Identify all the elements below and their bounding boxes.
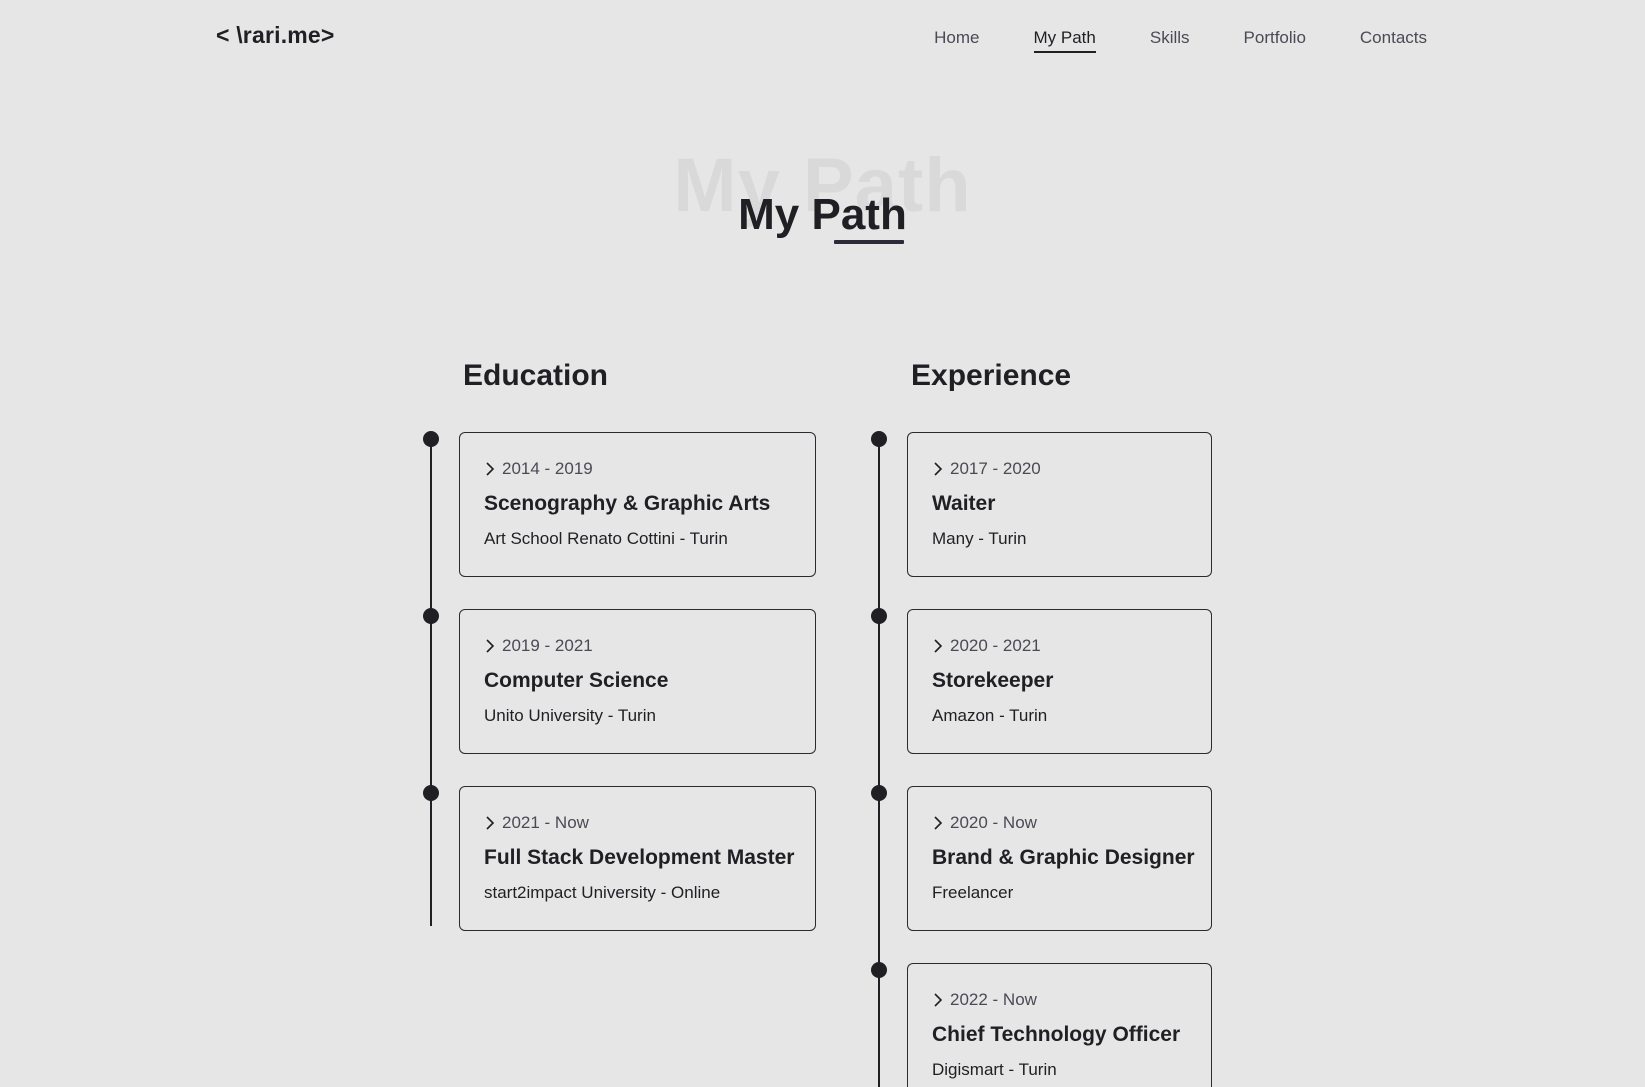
page: < \rari.me> Home My Path Skills Portfoli… (0, 0, 1645, 1087)
card-place: Freelancer (932, 883, 1014, 902)
main-nav: Home My Path Skills Portfolio Contacts (934, 28, 1427, 53)
page-title: My Path (738, 190, 907, 239)
card-title: Waiter (932, 492, 996, 515)
nav-contacts[interactable]: Contacts (1360, 28, 1427, 52)
nav-home[interactable]: Home (934, 28, 979, 52)
nav-portfolio[interactable]: Portfolio (1244, 28, 1306, 52)
timeline-dot (423, 431, 439, 447)
card-title: Full Stack Development Master (484, 846, 795, 869)
timeline-dot (871, 608, 887, 624)
card-period: 2017 - 2020 (932, 459, 1041, 479)
timeline-dot (871, 785, 887, 801)
title-underline (834, 240, 904, 244)
card-period-text: 2021 - Now (502, 813, 589, 832)
timeline-dot (871, 431, 887, 447)
timeline-dot (423, 785, 439, 801)
card-place: Many - Turin (932, 529, 1027, 548)
card-title: Storekeeper (932, 669, 1054, 692)
experience-card: 2022 - Now Chief Technology Officer Digi… (907, 963, 1212, 1087)
card-title: Brand & Graphic Designer (932, 846, 1195, 869)
card-title: Computer Science (484, 669, 669, 692)
card-period: 2021 - Now (484, 813, 589, 833)
chevron-right-icon (486, 816, 495, 830)
page-title-section: My Path My Path (0, 130, 1645, 260)
card-period-text: 2022 - Now (950, 990, 1037, 1009)
timeline-dot (871, 962, 887, 978)
card-period: 2019 - 2021 (484, 636, 593, 656)
site-logo[interactable]: < \rari.me> (216, 22, 335, 49)
nav-skills[interactable]: Skills (1150, 28, 1190, 52)
experience-heading: Experience (911, 359, 1072, 392)
chevron-right-icon (934, 639, 943, 653)
education-card: 2021 - Now Full Stack Development Master… (459, 786, 816, 931)
nav-my-path[interactable]: My Path (1033, 28, 1097, 53)
experience-timeline-line (878, 439, 880, 1087)
card-place: Digismart - Turin (932, 1060, 1057, 1079)
card-period: 2014 - 2019 (484, 459, 593, 479)
chevron-right-icon (486, 639, 495, 653)
experience-card: 2020 - Now Brand & Graphic Designer Free… (907, 786, 1212, 931)
card-place: Unito University - Turin (484, 706, 656, 725)
site-header: < \rari.me> Home My Path Skills Portfoli… (0, 0, 1645, 76)
card-period-text: 2017 - 2020 (950, 459, 1041, 478)
card-title: Scenography & Graphic Arts (484, 492, 771, 515)
card-place: Amazon - Turin (932, 706, 1048, 725)
card-period-text: 2020 - Now (950, 813, 1037, 832)
card-place: Art School Renato Cottini - Turin (484, 529, 728, 548)
card-title: Chief Technology Officer (932, 1023, 1181, 1046)
chevron-right-icon (486, 462, 495, 476)
chevron-right-icon (934, 462, 943, 476)
card-period-text: 2014 - 2019 (502, 459, 593, 478)
education-heading: Education (463, 359, 609, 392)
experience-card: 2020 - 2021 Storekeeper Amazon - Turin (907, 609, 1212, 754)
education-card: 2019 - 2021 Computer Science Unito Unive… (459, 609, 816, 754)
card-period: 2020 - Now (932, 813, 1037, 833)
education-timeline-line (430, 439, 432, 926)
chevron-right-icon (934, 816, 943, 830)
education-card: 2014 - 2019 Scenography & Graphic Arts A… (459, 432, 816, 577)
card-place: start2impact University - Online (484, 883, 721, 902)
card-period-text: 2019 - 2021 (502, 636, 593, 655)
card-period: 2020 - 2021 (932, 636, 1041, 656)
timeline-dot (423, 608, 439, 624)
experience-card: 2017 - 2020 Waiter Many - Turin (907, 432, 1212, 577)
card-period: 2022 - Now (932, 990, 1037, 1010)
chevron-right-icon (934, 993, 943, 1007)
card-period-text: 2020 - 2021 (950, 636, 1041, 655)
